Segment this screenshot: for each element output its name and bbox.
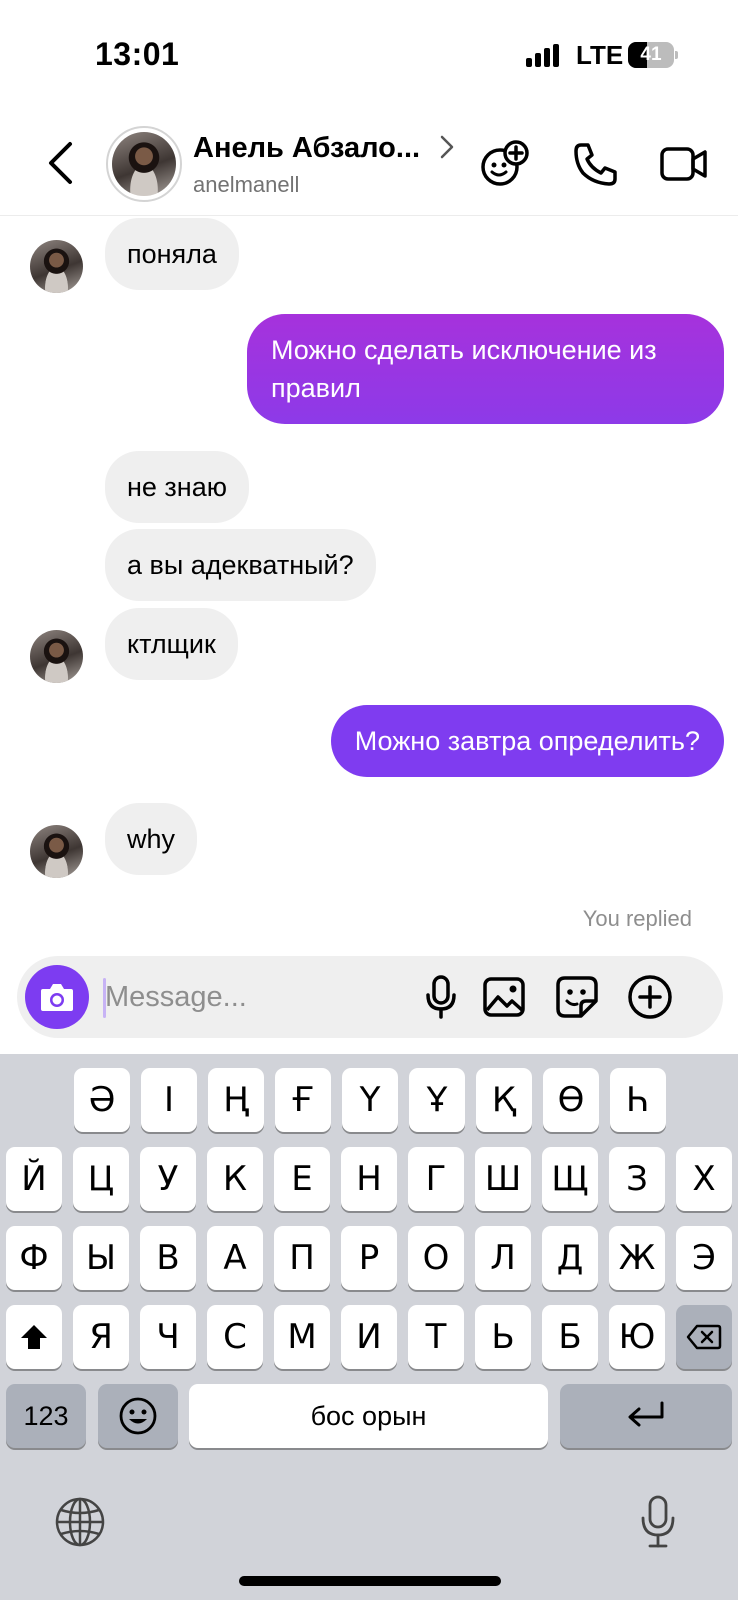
message-avatar[interactable] xyxy=(30,240,83,293)
back-button[interactable] xyxy=(40,138,80,188)
replied-label: You replied xyxy=(582,906,692,931)
shift-key[interactable] xyxy=(6,1305,62,1369)
emoji-icon xyxy=(119,1397,157,1435)
add-circle-icon xyxy=(628,975,672,1019)
key-letter[interactable]: Ц xyxy=(73,1147,129,1211)
shift-icon xyxy=(21,1325,47,1349)
globe-icon xyxy=(55,1497,105,1547)
add-people-button[interactable] xyxy=(479,138,531,190)
video-call-button[interactable] xyxy=(658,138,710,190)
message-bubble-outgoing[interactable]: Можно завтра определить? xyxy=(330,705,724,777)
key-letter[interactable]: Ы xyxy=(73,1226,129,1290)
key-letter[interactable]: І xyxy=(141,1068,197,1132)
key-letter[interactable]: Й xyxy=(6,1147,62,1211)
sticker-button[interactable] xyxy=(553,973,601,1021)
video-camera-icon xyxy=(660,147,707,181)
contact-name[interactable]: Анель Абзало... xyxy=(193,132,420,165)
key-letter[interactable]: А xyxy=(207,1226,263,1290)
contact-username[interactable]: anelmanell xyxy=(193,172,299,198)
key-letter[interactable]: Ө xyxy=(543,1068,599,1132)
key-letter[interactable]: Я xyxy=(73,1305,129,1369)
microphone-icon xyxy=(426,975,456,1019)
key-letter[interactable]: Б xyxy=(542,1305,598,1369)
key-letter[interactable]: Һ xyxy=(610,1068,666,1132)
key-letter[interactable]: Ж xyxy=(609,1226,665,1290)
key-letter[interactable]: М xyxy=(274,1305,330,1369)
battery-icon: 41 xyxy=(628,42,678,68)
key-letter[interactable]: У xyxy=(140,1147,196,1211)
key-letter[interactable]: Щ xyxy=(542,1147,598,1211)
home-indicator[interactable] xyxy=(239,1576,501,1586)
dictation-mic-icon xyxy=(641,1495,675,1548)
key-letter[interactable]: К xyxy=(207,1147,263,1211)
key-letter[interactable]: Ю xyxy=(609,1305,665,1369)
camera-button[interactable] xyxy=(25,965,89,1029)
key-letter[interactable]: Г xyxy=(408,1147,464,1211)
key-letter[interactable]: Ч xyxy=(140,1305,196,1369)
message-input[interactable] xyxy=(105,976,385,1018)
network-type: LTE xyxy=(576,40,624,70)
return-key[interactable] xyxy=(560,1384,732,1448)
gallery-icon xyxy=(483,977,525,1017)
dictation-button[interactable] xyxy=(630,1494,686,1550)
voice-call-button[interactable] xyxy=(570,138,622,190)
message-avatar[interactable] xyxy=(30,630,83,683)
key-letter[interactable]: Х xyxy=(676,1147,732,1211)
key-letter[interactable]: Ұ xyxy=(409,1068,465,1132)
numbers-key[interactable]: 123 xyxy=(6,1384,86,1448)
message-bubble-incoming[interactable]: ктлщик xyxy=(105,608,238,680)
sticker-icon xyxy=(556,976,598,1018)
message-bubble-incoming[interactable]: а вы адекватный? xyxy=(105,529,376,601)
backspace-icon xyxy=(686,1324,722,1350)
message-bubble-incoming[interactable]: why xyxy=(105,803,198,875)
camera-icon xyxy=(41,984,73,1011)
key-letter[interactable]: И xyxy=(341,1305,397,1369)
key-letter[interactable]: Л xyxy=(475,1226,531,1290)
phone-icon xyxy=(574,143,617,186)
status-bar: 13:01 LTE 41 xyxy=(0,0,738,110)
key-letter[interactable]: В xyxy=(140,1226,196,1290)
key-letter[interactable]: Ш xyxy=(475,1147,531,1211)
key-letter[interactable]: О xyxy=(408,1226,464,1290)
backspace-key[interactable] xyxy=(676,1305,732,1369)
add-people-icon xyxy=(481,140,529,186)
key-letter[interactable]: Н xyxy=(341,1147,397,1211)
more-options-button[interactable] xyxy=(626,973,674,1021)
message-avatar[interactable] xyxy=(30,825,83,878)
chevron-right-icon[interactable] xyxy=(436,132,458,162)
key-letter[interactable]: Э xyxy=(676,1226,732,1290)
battery-level: 41 xyxy=(640,44,662,65)
key-letter[interactable]: Ғ xyxy=(275,1068,331,1132)
avatar-photo xyxy=(112,132,176,196)
key-letter[interactable]: С xyxy=(207,1305,263,1369)
emoji-key[interactable] xyxy=(98,1384,178,1448)
return-icon xyxy=(628,1401,664,1427)
chat-header: Анель Абзало... anelmanell xyxy=(0,118,738,216)
key-letter[interactable]: Ь xyxy=(475,1305,531,1369)
gallery-button[interactable] xyxy=(480,973,528,1021)
status-time: 13:01 xyxy=(95,36,180,72)
message-bubble-outgoing[interactable]: Можно сделать исключение из правил xyxy=(247,314,724,424)
keyboard: Ә І Ң Ғ Ү Ұ Қ Ө Һ Й Ц У К Е Н Г Ш Щ З Х … xyxy=(0,1054,738,1600)
globe-button[interactable] xyxy=(52,1494,108,1550)
key-letter[interactable]: П xyxy=(274,1226,330,1290)
key-letter[interactable]: Ү xyxy=(342,1068,398,1132)
key-letter[interactable]: Е xyxy=(274,1147,330,1211)
key-letter[interactable]: Ә xyxy=(74,1068,130,1132)
key-letter[interactable]: Р xyxy=(341,1226,397,1290)
key-letter[interactable]: Ф xyxy=(6,1226,62,1290)
key-letter[interactable]: Ң xyxy=(208,1068,264,1132)
signal-bars-icon xyxy=(526,44,559,67)
message-bubble-incoming[interactable]: не знаю xyxy=(105,451,249,523)
back-chevron-icon xyxy=(49,142,72,184)
contact-avatar[interactable] xyxy=(106,126,182,202)
key-letter[interactable]: Қ xyxy=(476,1068,532,1132)
message-bubble-incoming[interactable]: поняла xyxy=(105,218,239,290)
key-letter[interactable]: З xyxy=(609,1147,665,1211)
voice-message-button[interactable] xyxy=(417,973,465,1021)
key-letter[interactable]: Т xyxy=(408,1305,464,1369)
space-key[interactable]: бос орын xyxy=(189,1384,548,1448)
key-letter[interactable]: Д xyxy=(542,1226,598,1290)
message-composer xyxy=(17,956,723,1038)
